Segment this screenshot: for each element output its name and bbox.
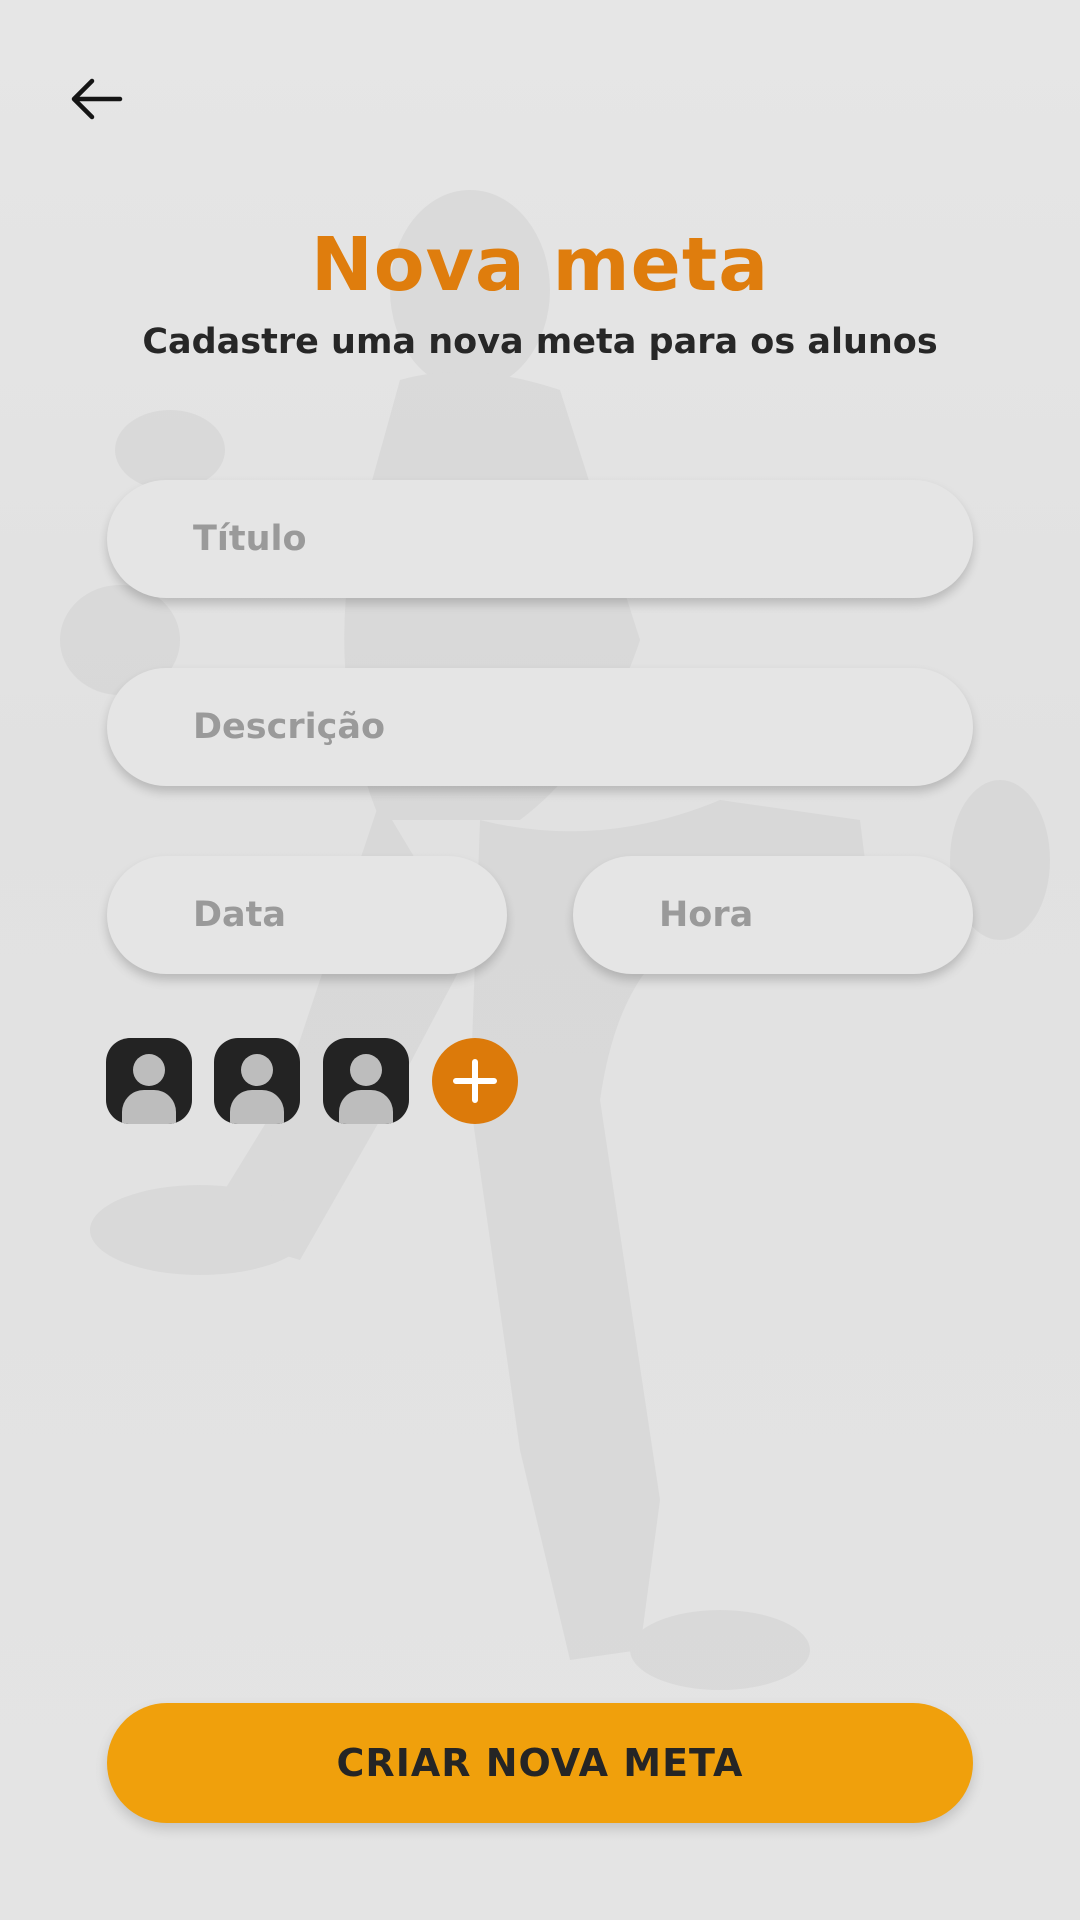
- user-icon: [241, 1054, 273, 1086]
- student-avatar[interactable]: [323, 1038, 409, 1124]
- user-icon: [350, 1054, 382, 1086]
- student-avatar[interactable]: [214, 1038, 300, 1124]
- date-input[interactable]: Data: [107, 856, 507, 974]
- new-goal-screen: Nova meta Cadastre uma nova meta para os…: [0, 0, 1080, 1920]
- time-input[interactable]: Hora: [573, 856, 973, 974]
- page-subtitle: Cadastre uma nova meta para os alunos: [142, 322, 938, 362]
- title-input-placeholder: Título: [193, 519, 307, 559]
- user-icon: [133, 1054, 165, 1086]
- arrow-left-icon: [71, 78, 123, 120]
- user-icon-body: [230, 1090, 284, 1124]
- create-goal-button[interactable]: CRIAR NOVA META: [107, 1703, 973, 1823]
- plus-icon: [453, 1059, 497, 1103]
- page-title: Nova meta: [310, 222, 770, 308]
- student-avatar[interactable]: [106, 1038, 192, 1124]
- user-icon-body: [122, 1090, 176, 1124]
- user-icon-body: [339, 1090, 393, 1124]
- date-input-placeholder: Data: [193, 895, 287, 935]
- create-goal-button-label: CRIAR NOVA META: [336, 1741, 744, 1785]
- title-input[interactable]: Título: [107, 480, 973, 598]
- time-input-placeholder: Hora: [659, 895, 754, 935]
- add-student-button[interactable]: [432, 1038, 518, 1124]
- description-input[interactable]: Descrição: [107, 668, 973, 786]
- description-input-placeholder: Descrição: [193, 707, 386, 747]
- back-button[interactable]: [60, 66, 132, 132]
